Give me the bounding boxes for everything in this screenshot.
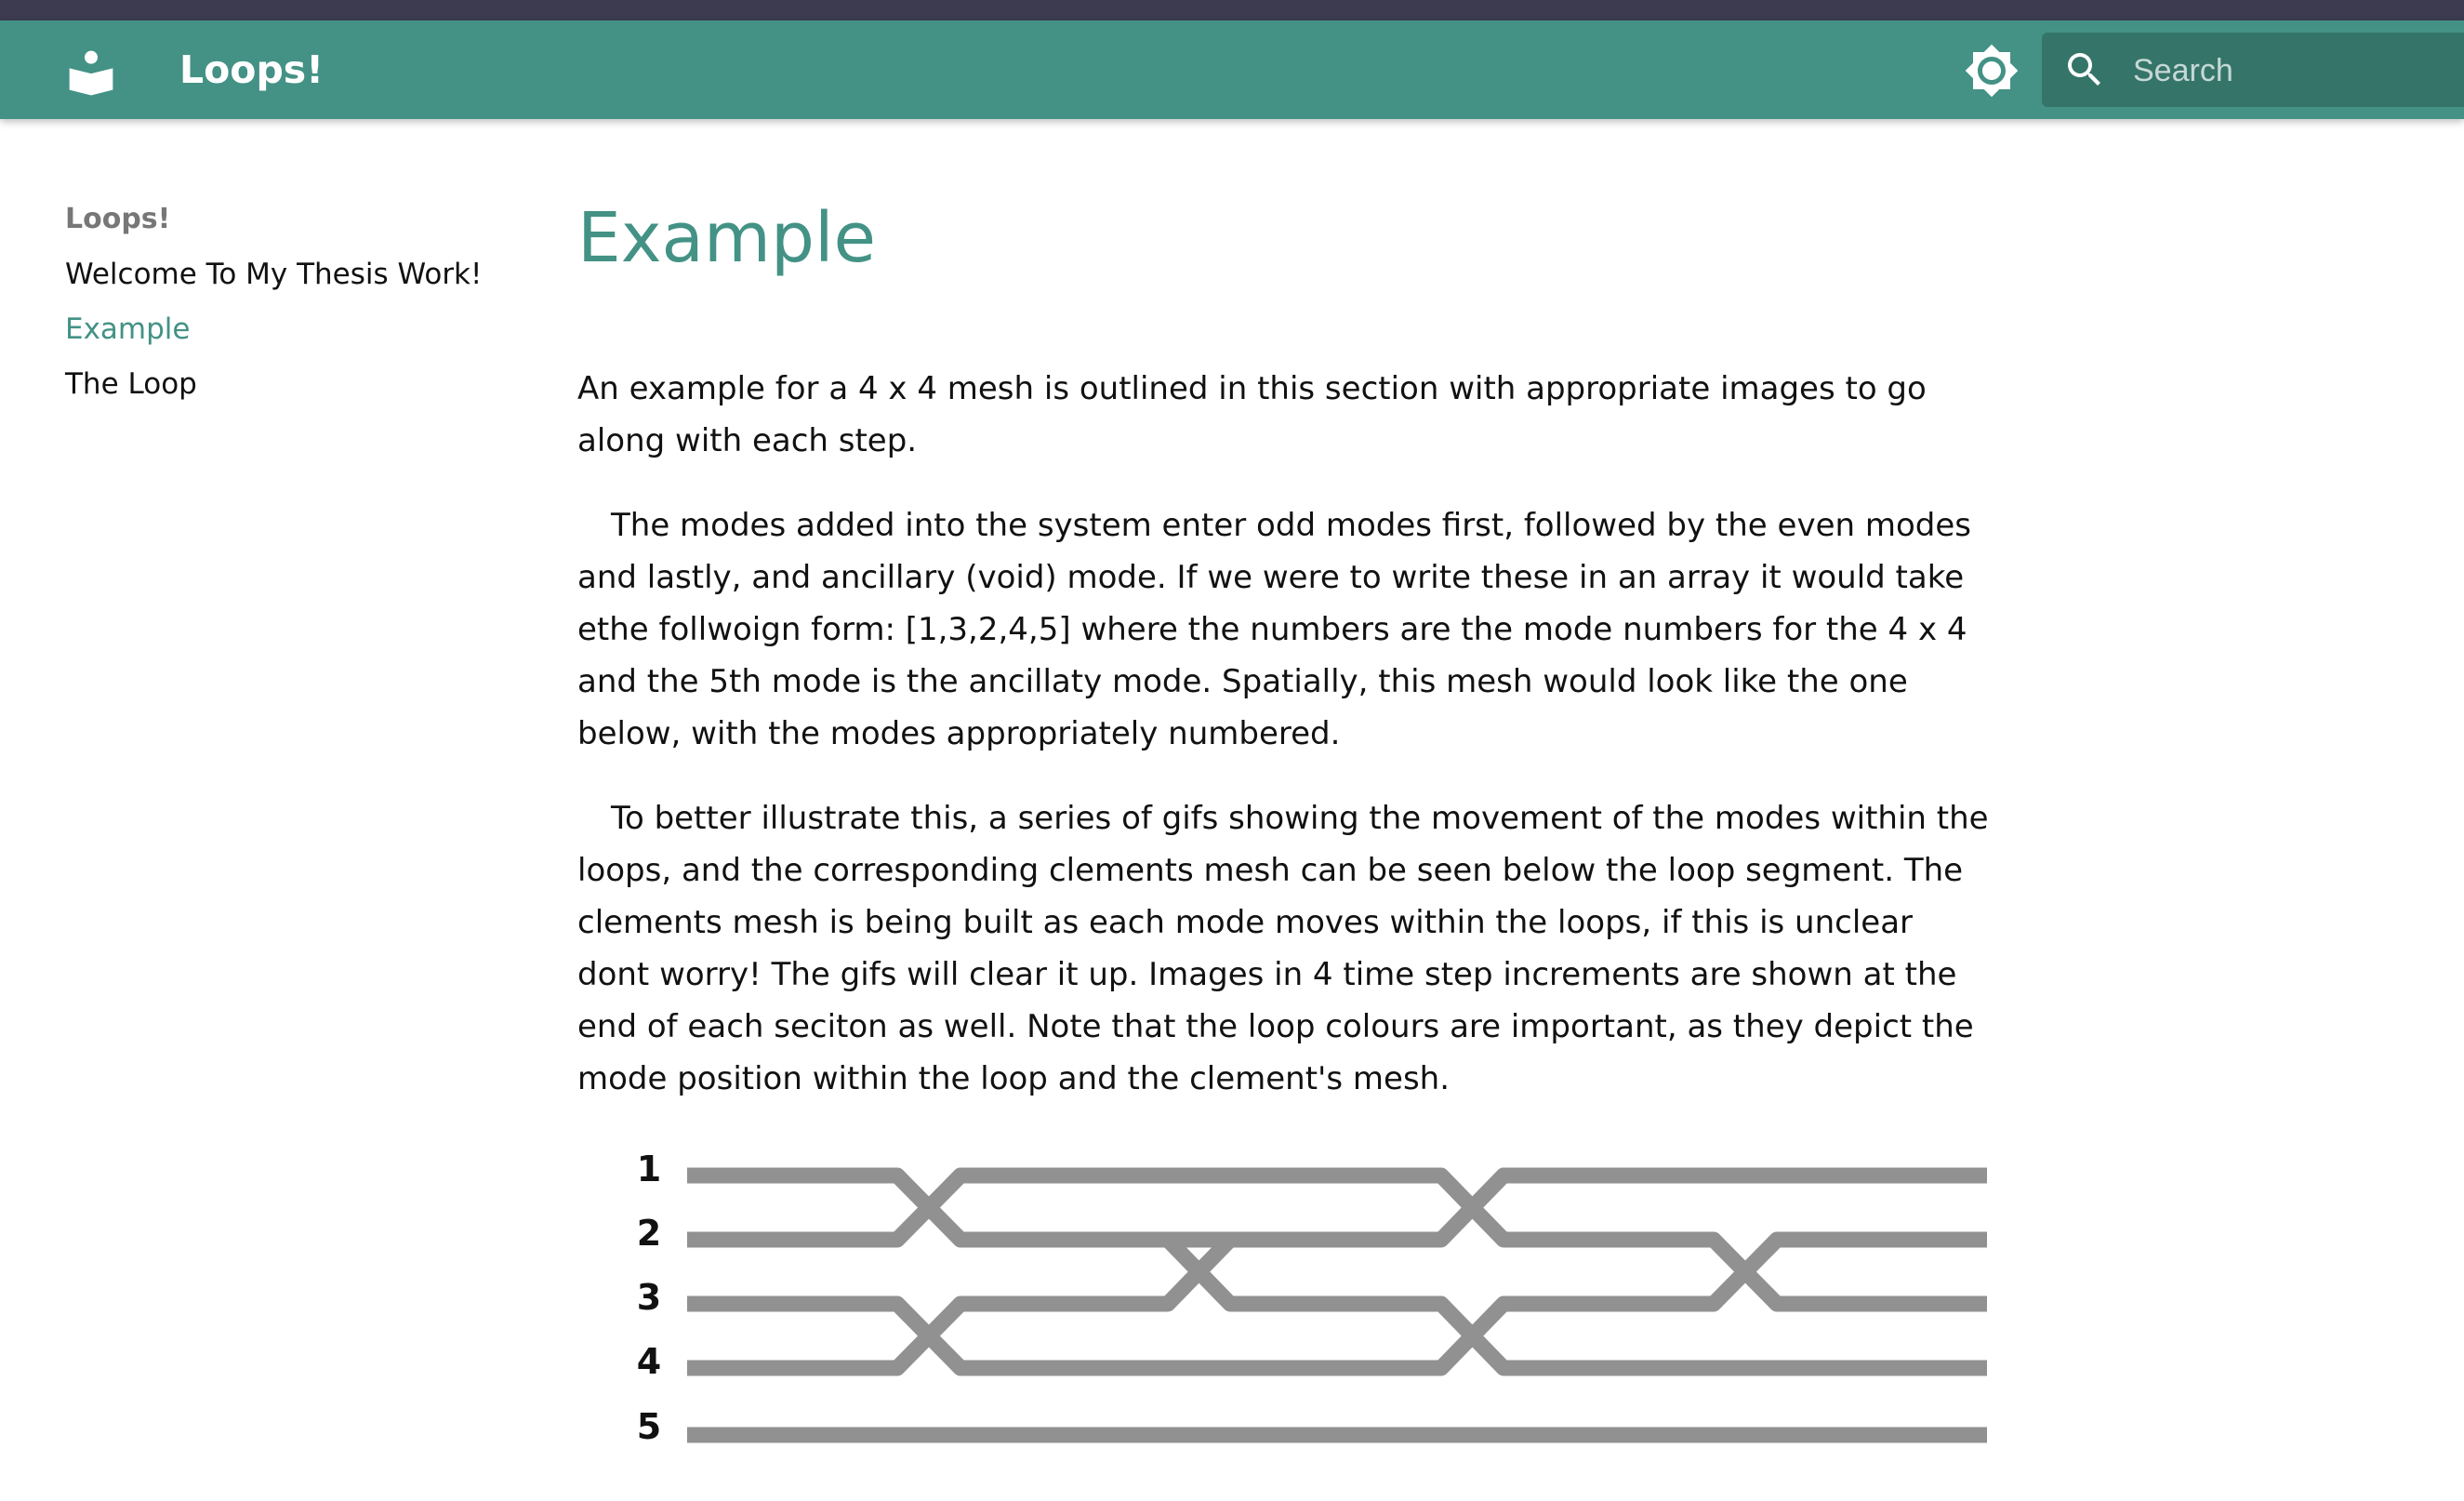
mode-line-1 bbox=[687, 1167, 1987, 1248]
search-input[interactable] bbox=[2131, 33, 2442, 109]
loop-mesh-diagram: 1 2 3 4 5 bbox=[637, 1149, 1987, 1447]
paragraph-modes: The modes added into the system enter od… bbox=[577, 507, 1971, 752]
search-box[interactable] bbox=[2042, 33, 2464, 109]
book-reader-icon[interactable] bbox=[65, 46, 117, 99]
sidebar-item-the-loop[interactable]: The Loop bbox=[65, 363, 530, 405]
window-top-strip bbox=[0, 0, 2464, 20]
page-title: Example bbox=[577, 198, 877, 278]
paragraph-illustration: To better illustrate this, a series of g… bbox=[577, 800, 1989, 1097]
mode-label-2: 2 bbox=[637, 1213, 661, 1254]
mode-labels: 1 2 3 4 5 bbox=[637, 1149, 661, 1447]
top-header-bar: Loops! bbox=[0, 20, 2464, 119]
paragraph-intro: An example for a 4 x 4 mesh is outlined … bbox=[577, 370, 1927, 459]
sidebar-heading: Loops! bbox=[65, 203, 171, 235]
mode-label-3: 3 bbox=[637, 1277, 661, 1318]
mode-label-5: 5 bbox=[637, 1406, 661, 1447]
brightness-icon[interactable] bbox=[1964, 43, 2020, 99]
main-content: Example An example for a 4 x 4 mesh is o… bbox=[577, 186, 1991, 1105]
mode-label-4: 4 bbox=[637, 1341, 661, 1382]
sidebar-item-welcome[interactable]: Welcome To My Thesis Work! bbox=[65, 253, 530, 296]
site-title[interactable]: Loops! bbox=[179, 44, 324, 96]
search-icon[interactable] bbox=[2062, 47, 2107, 92]
sidebar-nav: Loops! Welcome To My Thesis Work! Exampl… bbox=[65, 198, 530, 418]
mode-lines bbox=[687, 1167, 1987, 1443]
mode-label-1: 1 bbox=[637, 1149, 661, 1189]
sidebar-item-example[interactable]: Example bbox=[65, 308, 530, 351]
